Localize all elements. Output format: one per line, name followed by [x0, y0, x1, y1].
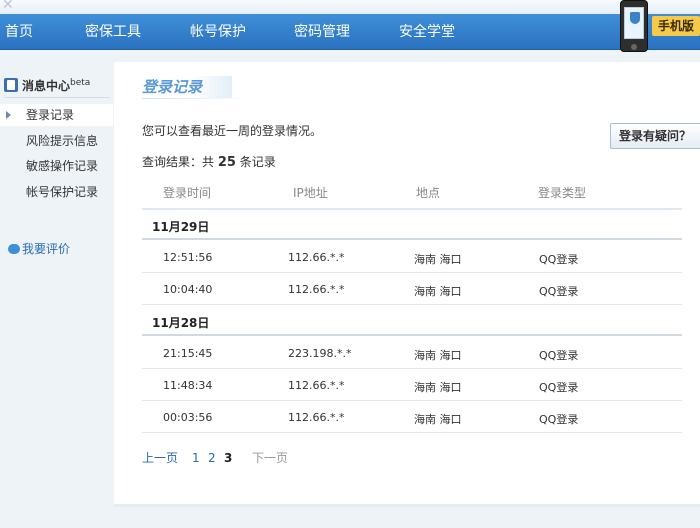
- sidebar-item-label: 帐号保护记录: [26, 185, 99, 199]
- table-row: 00:03:56 112.66.*.* 海南 海口 QQ登录: [142, 402, 682, 433]
- cell-login-type: QQ登录: [539, 381, 579, 394]
- cell-login-type: QQ登录: [539, 413, 579, 426]
- sidebar-item-label: 风险提示信息: [26, 134, 99, 148]
- date-label: 11月28日: [152, 316, 210, 330]
- date-group-header: 11月29日: [142, 210, 682, 240]
- page-title: 登录记录: [142, 76, 233, 98]
- sidebar-item-sensitive-operations[interactable]: 敏感操作记录: [0, 155, 113, 177]
- nav-password-management[interactable]: 密码管理: [294, 14, 350, 50]
- result-count: 25: [217, 155, 236, 170]
- cell-ip: 112.66.*.*: [288, 283, 345, 296]
- sidebar-item-label: 登录记录: [26, 108, 75, 122]
- cell-time: 00:03:56: [163, 411, 213, 424]
- date-label: 11月29日: [152, 220, 210, 234]
- feedback-label: 我要评价: [22, 242, 71, 256]
- speech-bubble-icon: [8, 244, 20, 254]
- arrow-right-icon: [6, 111, 11, 119]
- cell-time: 11:48:34: [163, 379, 213, 392]
- main-panel: 登录记录 您可以查看最近一周的登录情况。 登录有疑问？ 查询结果：共 25 条记…: [114, 62, 700, 504]
- sidebar-item-risk-alerts[interactable]: 风险提示信息: [0, 130, 113, 152]
- message-book-icon: [4, 78, 18, 92]
- nav-security-tools[interactable]: 密保工具: [85, 14, 141, 50]
- result-suffix: 条记录: [239, 155, 276, 169]
- cell-login-type: QQ登录: [539, 349, 579, 362]
- date-group-header: 11月28日: [142, 306, 682, 336]
- title-underline: [142, 98, 252, 99]
- feedback-link[interactable]: 我要评价: [8, 241, 70, 257]
- table-row: 21:15:45 223.198.*.* 海南 海口 QQ登录: [142, 338, 682, 369]
- sidebar: 消息中心beta 登录记录 风险提示信息 敏感操作记录 帐号保护记录 我要评价: [0, 51, 113, 507]
- cell-ip: 223.198.*.*: [288, 347, 352, 360]
- column-header-login-time: 登录时间: [163, 186, 212, 200]
- sidebar-header: 消息中心beta: [4, 73, 90, 93]
- nav-account-protection[interactable]: 帐号保护: [190, 14, 246, 50]
- page-link-2[interactable]: 2: [208, 450, 216, 466]
- sidebar-item-login-records[interactable]: 登录记录: [0, 104, 113, 126]
- cell-login-type: QQ登录: [539, 253, 579, 266]
- nav-security-school[interactable]: 安全学堂: [399, 14, 455, 50]
- cell-location: 海南 海口: [414, 349, 462, 362]
- table-row: 11:48:34 112.66.*.* 海南 海口 QQ登录: [142, 370, 682, 401]
- intro-text: 您可以查看最近一周的登录情况。: [142, 124, 323, 138]
- sidebar-divider: [4, 97, 110, 98]
- sidebar-title: 消息中心: [22, 79, 71, 93]
- mobile-version-badge[interactable]: 手机版: [610, 0, 700, 52]
- top-strip: ✕: [0, 0, 700, 14]
- phone-icon: [620, 0, 648, 52]
- table-row: 10:04:40 112.66.*.* 海南 海口 QQ登录: [142, 274, 682, 305]
- column-header-login-type: 登录类型: [538, 186, 587, 200]
- cell-login-type: QQ登录: [539, 285, 579, 298]
- beta-label: beta: [70, 78, 91, 88]
- cell-time: 10:04:40: [163, 283, 213, 296]
- cell-location: 海南 海口: [414, 413, 462, 426]
- cell-location: 海南 海口: [414, 253, 462, 266]
- cell-time: 12:51:56: [163, 251, 213, 264]
- result-summary: 查询结果：共 25 条记录: [142, 153, 276, 170]
- cell-ip: 112.66.*.*: [288, 379, 345, 392]
- mobile-version-label[interactable]: 手机版: [652, 16, 700, 36]
- column-header-location: 地点: [416, 186, 441, 200]
- bottom-strip: [0, 507, 700, 528]
- page-current-3: 3: [224, 451, 233, 465]
- cell-location: 海南 海口: [414, 285, 462, 298]
- shield-icon: [630, 12, 640, 24]
- next-page-link: 下一页: [252, 451, 289, 465]
- close-icon: ✕: [2, 0, 14, 13]
- result-prefix: 查询结果：共: [142, 155, 215, 169]
- cell-ip: 112.66.*.*: [288, 251, 345, 264]
- sidebar-item-protection-records[interactable]: 帐号保护记录: [0, 181, 113, 203]
- nav-home[interactable]: 首页: [5, 14, 33, 50]
- cell-time: 21:15:45: [163, 347, 213, 360]
- sidebar-item-label: 敏感操作记录: [26, 159, 99, 173]
- prev-page-link[interactable]: 上一页: [142, 450, 178, 466]
- login-question-button[interactable]: 登录有疑问？: [610, 123, 700, 149]
- page-link-1[interactable]: 1: [192, 450, 200, 466]
- column-header-ip: IP地址: [293, 186, 328, 200]
- cell-ip: 112.66.*.*: [288, 411, 345, 424]
- cell-location: 海南 海口: [414, 381, 462, 394]
- table-row: 12:51:56 112.66.*.* 海南 海口 QQ登录: [142, 242, 682, 273]
- top-navigation: 首页 密保工具 帐号保护 密码管理 安全学堂: [0, 14, 700, 50]
